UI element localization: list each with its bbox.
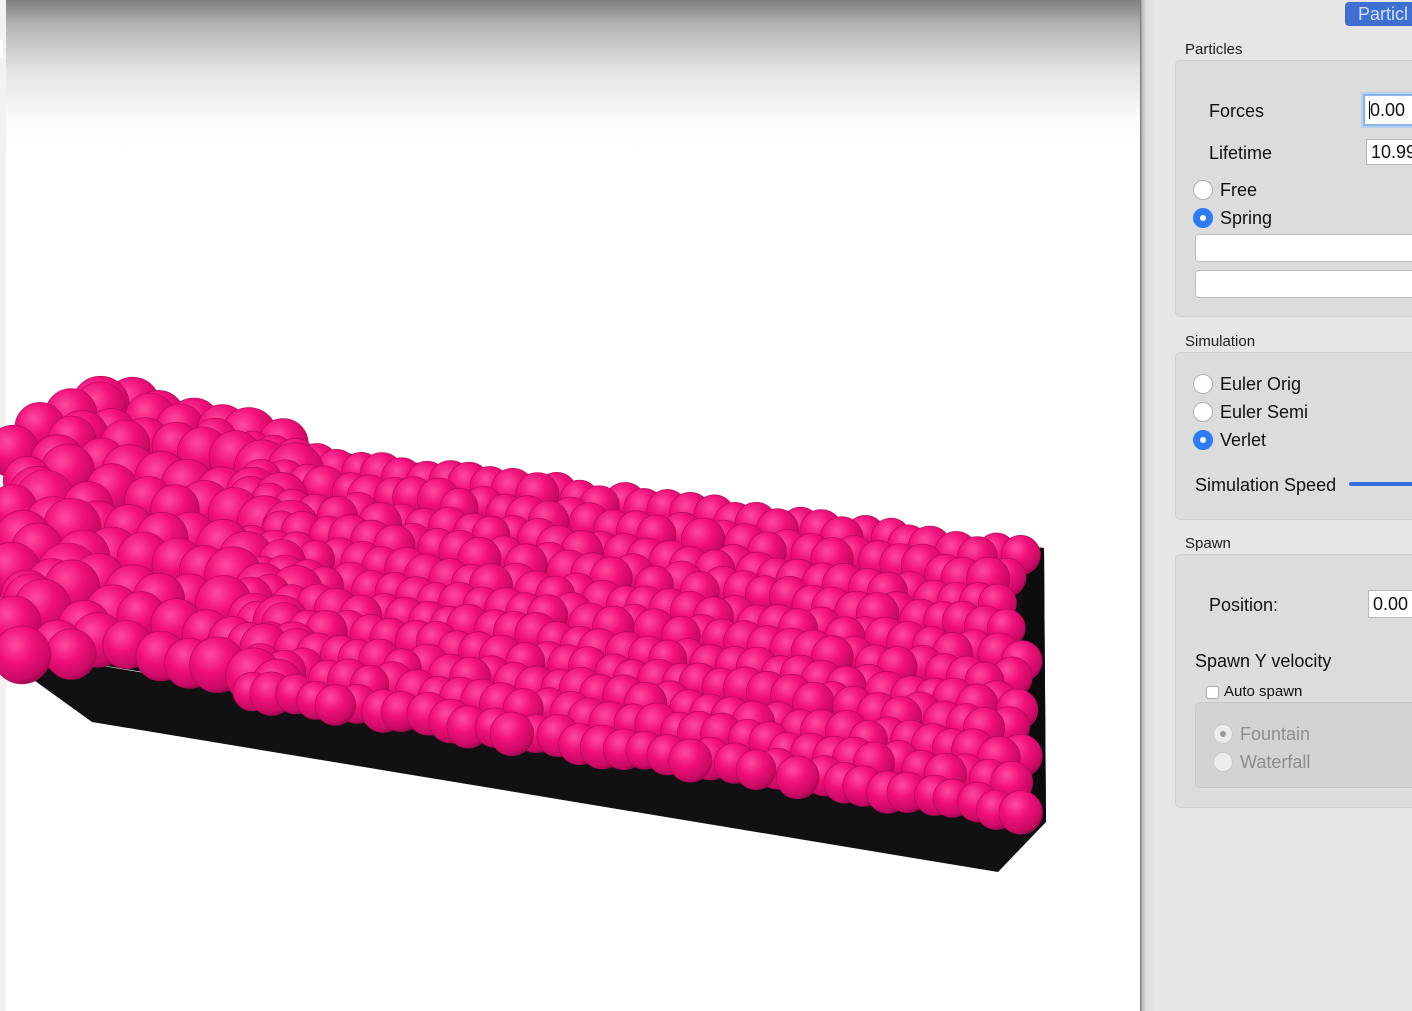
position-input[interactable]: 0.00 xyxy=(1368,590,1412,618)
simulation-speed-slider[interactable] xyxy=(1349,482,1412,486)
spawn-section-title: Spawn xyxy=(1185,535,1231,552)
radio-spring-label: Spring xyxy=(1220,207,1273,228)
particle-sphere xyxy=(998,790,1043,835)
controls-panel: Particl Particles Forces 0.00 Lifetime 1… xyxy=(1156,0,1412,1011)
radio-button[interactable] xyxy=(1193,402,1213,422)
tab-particles[interactable]: Particl xyxy=(1345,2,1412,26)
radio-verlet[interactable]: Verlet xyxy=(1193,428,1266,452)
simulation-viewport[interactable] xyxy=(0,0,1140,1011)
auto-spawn-label[interactable]: Auto spawn xyxy=(1224,683,1302,700)
radio-button[interactable] xyxy=(1213,752,1233,772)
radio-waterfall-label: Waterfall xyxy=(1240,751,1311,772)
auto-spawn-checkbox[interactable] xyxy=(1206,686,1219,699)
radio-button[interactable] xyxy=(1193,374,1213,394)
particle-sphere xyxy=(735,749,777,791)
radio-euler-semi[interactable]: Euler Semi xyxy=(1193,400,1308,424)
forces-value: 0.00 xyxy=(1370,100,1406,120)
spawn-y-velocity-label: Spawn Y velocity xyxy=(1195,651,1332,671)
position-label: Position: xyxy=(1209,595,1279,615)
radio-waterfall[interactable]: Waterfall xyxy=(1213,750,1310,774)
panel-divider[interactable] xyxy=(1140,0,1156,1011)
radio-button[interactable] xyxy=(1193,208,1213,228)
particle-sphere xyxy=(668,738,713,783)
forces-input[interactable]: 0.00 xyxy=(1363,94,1412,126)
radio-button[interactable] xyxy=(1193,180,1213,200)
radio-free[interactable]: Free xyxy=(1193,178,1257,202)
radio-spring[interactable]: Spring xyxy=(1193,206,1272,230)
particle-sphere xyxy=(45,628,97,680)
radio-fountain-label: Fountain xyxy=(1240,723,1311,744)
particle-sphere xyxy=(314,684,357,726)
particles-section-title: Particles xyxy=(1185,41,1243,58)
simulation-section-title: Simulation xyxy=(1185,333,1256,350)
particle-sphere xyxy=(775,755,820,800)
simulation-speed-label: Simulation Speed xyxy=(1195,475,1337,495)
radio-button[interactable] xyxy=(1213,724,1233,744)
radio-free-label: Free xyxy=(1220,179,1258,200)
radio-verlet-label: Verlet xyxy=(1220,429,1267,450)
spring-param-input-2[interactable] xyxy=(1195,270,1412,298)
lifetime-input[interactable]: 10.99 xyxy=(1366,139,1412,165)
radio-fountain[interactable]: Fountain xyxy=(1213,722,1310,746)
radio-euler-orig-label: Euler Orig xyxy=(1220,373,1302,394)
radio-euler-semi-label: Euler Semi xyxy=(1220,401,1309,422)
lifetime-label: Lifetime xyxy=(1209,143,1273,163)
spring-param-input-1[interactable] xyxy=(1195,234,1412,262)
forces-label: Forces xyxy=(1209,101,1265,121)
radio-button[interactable] xyxy=(1193,430,1213,450)
particle-sphere xyxy=(489,711,535,756)
particle-scene xyxy=(0,375,1046,872)
radio-euler-orig[interactable]: Euler Orig xyxy=(1193,372,1301,396)
